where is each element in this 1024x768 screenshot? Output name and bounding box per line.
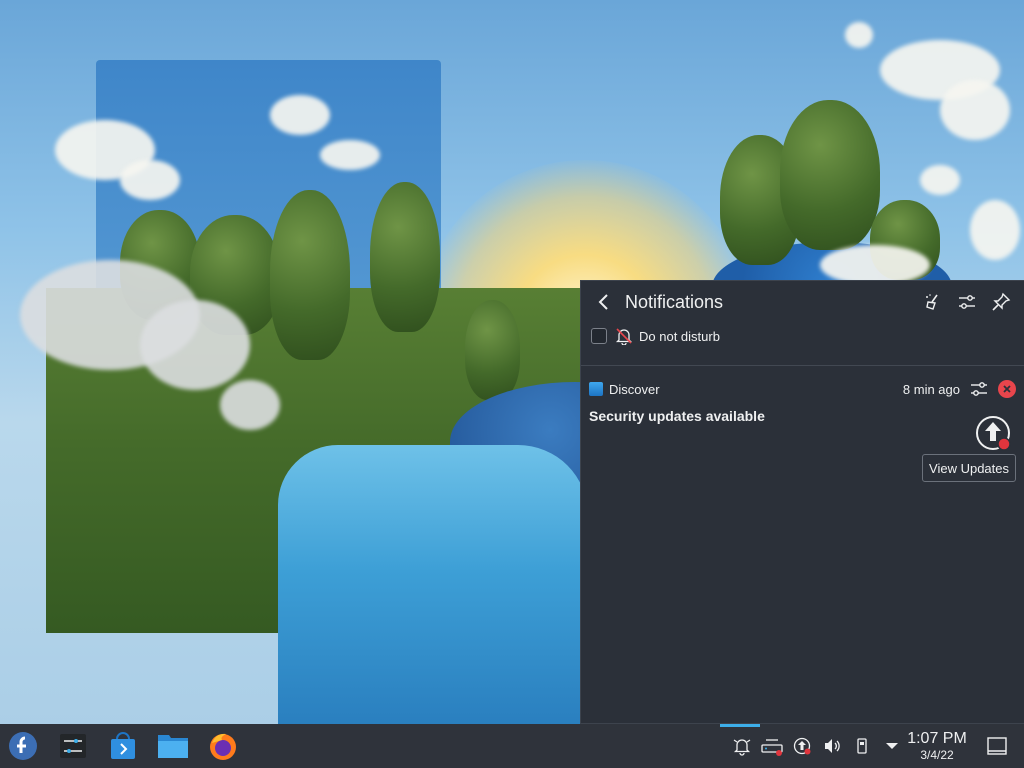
wallpaper-tree [465, 300, 520, 400]
taskbar: 1:07 PM 3/4/22 [0, 724, 1024, 768]
wallpaper-tree [370, 182, 440, 332]
back-button[interactable] [591, 289, 617, 315]
discover-icon [111, 732, 135, 759]
view-updates-button[interactable]: View Updates [922, 454, 1016, 482]
clock-date: 3/4/22 [920, 748, 954, 762]
discover-app-icon [589, 382, 603, 396]
tray-usb-device[interactable] [847, 724, 877, 768]
sliders-icon [971, 382, 987, 396]
notifications-header: Notifications [581, 281, 1024, 323]
notification-summary: Security updates available [589, 408, 765, 424]
notification-settings-button[interactable] [968, 378, 990, 400]
tray-updates[interactable] [787, 724, 817, 768]
do-not-disturb-checkbox[interactable] [591, 328, 607, 344]
system-tray [727, 724, 907, 768]
task-file-manager[interactable] [150, 724, 196, 768]
do-not-disturb-label[interactable]: Do not disturb [639, 329, 720, 344]
task-firefox[interactable] [200, 724, 246, 768]
show-desktop-icon[interactable] [986, 736, 1008, 756]
usb-device-icon [857, 738, 867, 754]
bell-off-icon [615, 327, 633, 345]
broom-clear-icon [926, 294, 938, 310]
wallpaper-water [278, 445, 588, 724]
wallpaper-tree [780, 100, 880, 250]
pin-icon [992, 292, 1011, 311]
file-manager-icon [158, 735, 188, 758]
wallpaper-cloud [820, 245, 930, 285]
tray-volume[interactable] [817, 724, 847, 768]
wallpaper-cloud [140, 300, 250, 390]
popup-title: Notifications [625, 291, 724, 312]
updates-icon [793, 737, 811, 755]
wallpaper-cloud [270, 95, 330, 135]
pin-button[interactable] [988, 289, 1014, 315]
application-launcher[interactable] [0, 724, 46, 768]
clear-all-button[interactable] [920, 289, 946, 315]
software-update-icon [976, 416, 1011, 451]
do-not-disturb-row: Do not disturb [581, 323, 1024, 349]
configure-button[interactable] [954, 289, 980, 315]
wallpaper-tree [270, 190, 350, 360]
wallpaper-cloud [220, 380, 280, 430]
notification-body: Security updates available [589, 408, 1016, 424]
notification-header: Discover 8 min ago [589, 376, 1016, 402]
firefox-icon [210, 733, 236, 760]
task-system-settings[interactable] [50, 724, 96, 768]
chevron-left-icon [598, 294, 608, 310]
notifications-popup: Notifications Do not disturb Discover 8 … [580, 280, 1024, 724]
wallpaper-cloud [845, 22, 873, 48]
wallpaper-cloud [940, 80, 1010, 140]
close-icon [1003, 385, 1011, 393]
expand-tray-icon [886, 743, 898, 749]
notification-app-name: Discover [609, 381, 660, 397]
notification-close-button[interactable] [998, 380, 1016, 398]
wallpaper-cloud [120, 160, 180, 200]
tray-network[interactable] [757, 724, 787, 768]
network-icon [761, 739, 783, 756]
notification-item: Discover 8 min ago Security updates avai… [581, 366, 1024, 482]
wallpaper-cloud [970, 200, 1020, 260]
sliders-icon [959, 295, 975, 309]
fedora-launcher-icon [9, 732, 37, 760]
notification-time: 8 min ago [902, 381, 960, 397]
wallpaper-cloud [320, 140, 380, 170]
clock-time: 1:07 PM [907, 730, 967, 747]
digital-clock[interactable]: 1:07 PM 3/4/22 [898, 730, 976, 762]
tray-notifications[interactable] [727, 724, 757, 768]
volume-icon [825, 739, 840, 753]
notifications-bell-icon [733, 739, 751, 756]
task-discover[interactable] [100, 724, 146, 768]
wallpaper-cloud [920, 165, 960, 195]
system-settings-icon [60, 734, 86, 758]
